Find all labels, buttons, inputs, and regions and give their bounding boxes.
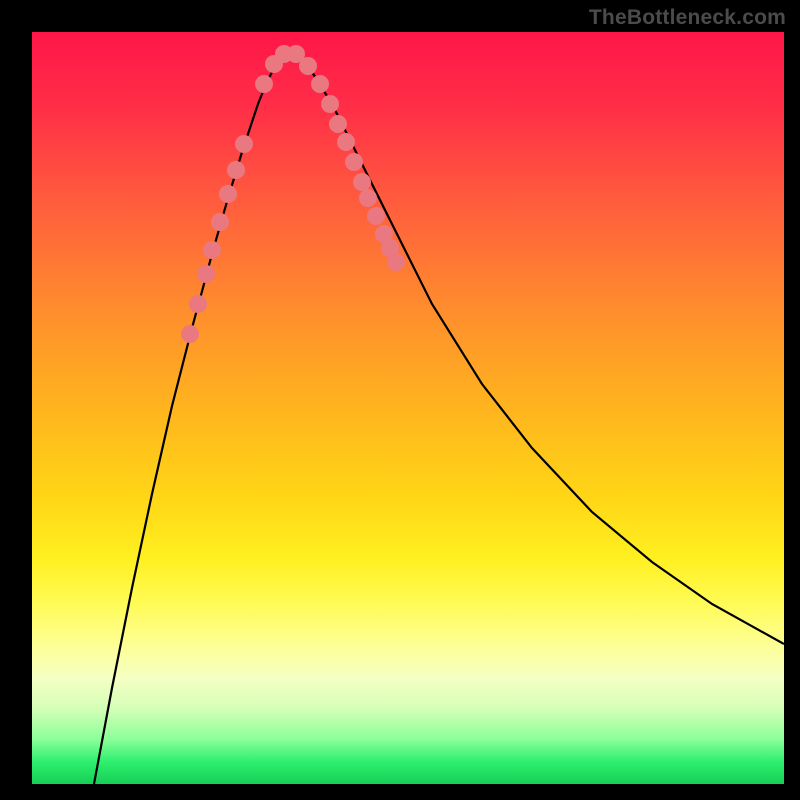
data-marker — [329, 115, 347, 133]
data-marker — [235, 135, 253, 153]
data-marker — [197, 265, 215, 283]
data-marker — [181, 325, 199, 343]
data-marker — [345, 153, 363, 171]
data-marker — [219, 185, 237, 203]
data-marker — [359, 189, 377, 207]
plot-area — [32, 32, 784, 784]
data-marker — [367, 207, 385, 225]
data-marker — [337, 133, 355, 151]
data-marker — [203, 241, 221, 259]
chart-frame: TheBottleneck.com — [0, 0, 800, 800]
data-marker — [211, 213, 229, 231]
data-marker — [311, 75, 329, 93]
data-marker — [227, 161, 245, 179]
data-marker — [189, 295, 207, 313]
marker-layer — [32, 32, 784, 784]
data-marker — [299, 57, 317, 75]
data-marker — [387, 253, 405, 271]
data-marker — [321, 95, 339, 113]
data-marker — [255, 75, 273, 93]
attribution-text: TheBottleneck.com — [589, 6, 786, 30]
